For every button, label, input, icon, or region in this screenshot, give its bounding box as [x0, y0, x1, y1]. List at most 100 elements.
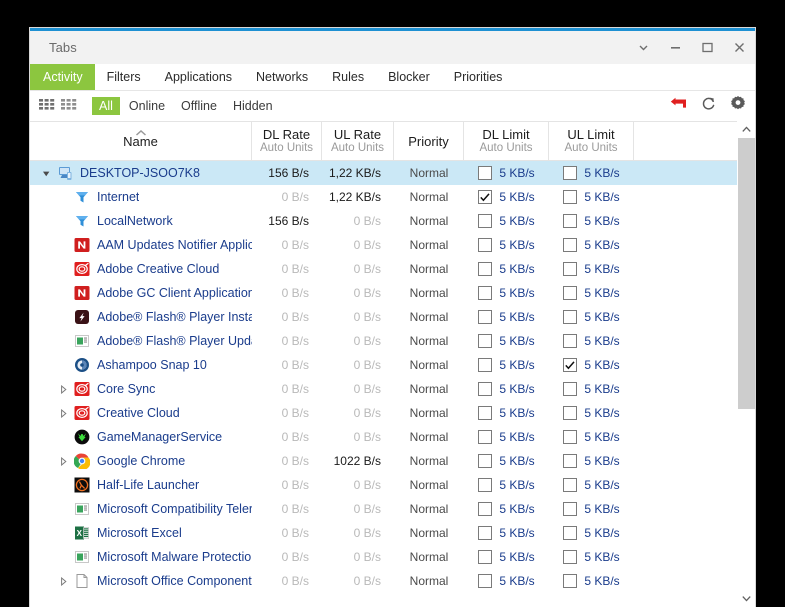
- dl-limit-checkbox[interactable]: [478, 358, 493, 372]
- cell-priority[interactable]: Normal: [394, 545, 464, 569]
- minimize-icon[interactable]: [659, 31, 691, 64]
- table-row[interactable]: Microsoft Office Component 0 B/s 0 B/s Norm…: [30, 569, 737, 593]
- ul-limit-checkbox[interactable]: [563, 550, 578, 564]
- cell-ul-limit[interactable]: 5 KB/s: [549, 281, 634, 305]
- table-row[interactable]: Adobe® Flash® Player Instal 0 B/s 0 B/s Nor…: [30, 305, 737, 329]
- cell-dl-limit[interactable]: 5 KB/s: [464, 257, 549, 281]
- cell-ul-limit[interactable]: 5 KB/s: [549, 473, 634, 497]
- dl-limit-checkbox[interactable]: [478, 214, 493, 228]
- dl-limit-checkbox[interactable]: [478, 166, 493, 180]
- cell-name[interactable]: DESKTOP-JSOO7K8: [30, 161, 252, 185]
- cell-ul-limit[interactable]: 5 KB/s: [549, 353, 634, 377]
- cell-ul-limit[interactable]: 5 KB/s: [549, 521, 634, 545]
- cell-dl-limit[interactable]: 5 KB/s: [464, 353, 549, 377]
- cell-priority[interactable]: Normal: [394, 401, 464, 425]
- cell-dl-limit[interactable]: 5 KB/s: [464, 473, 549, 497]
- chevron-down-icon[interactable]: [627, 31, 659, 64]
- column-header-ul-limit[interactable]: UL Limit Auto Units: [549, 122, 634, 160]
- tab-rules[interactable]: Rules: [320, 64, 376, 90]
- table-row[interactable]: Core Sync 0 B/s 0 B/s Normal 5 KB/s 5 KB/s: [30, 377, 737, 401]
- cell-name[interactable]: Microsoft Office Component: [30, 569, 252, 593]
- cell-ul-limit[interactable]: 5 KB/s: [549, 449, 634, 473]
- dl-limit-checkbox[interactable]: [478, 478, 493, 492]
- cell-name[interactable]: GameManagerService: [30, 425, 252, 449]
- cell-dl-limit[interactable]: 5 KB/s: [464, 401, 549, 425]
- ul-limit-checkbox[interactable]: [563, 190, 578, 204]
- cell-name[interactable]: Creative Cloud: [30, 401, 252, 425]
- dl-limit-checkbox[interactable]: [478, 526, 493, 540]
- cell-name[interactable]: Adobe GC Client Application: [30, 281, 252, 305]
- cell-ul-limit[interactable]: 5 KB/s: [549, 209, 634, 233]
- scroll-down-button[interactable]: [738, 590, 755, 607]
- cell-ul-limit[interactable]: 5 KB/s: [549, 377, 634, 401]
- cell-priority[interactable]: Normal: [394, 353, 464, 377]
- table-row[interactable]: GameManagerService 0 B/s 0 B/s Normal 5 KB/s…: [30, 425, 737, 449]
- tab-blocker[interactable]: Blocker: [376, 64, 442, 90]
- gear-icon[interactable]: [730, 95, 746, 117]
- dl-limit-checkbox[interactable]: [478, 286, 493, 300]
- column-header-blank[interactable]: [634, 122, 737, 160]
- table-row[interactable]: Microsoft Compatibility Teler 0 B/s 0 B/s N…: [30, 497, 737, 521]
- ul-limit-checkbox[interactable]: [563, 286, 578, 300]
- cell-name[interactable]: Adobe® Flash® Player Instal: [30, 305, 252, 329]
- cell-dl-limit[interactable]: 5 KB/s: [464, 233, 549, 257]
- tab-networks[interactable]: Networks: [244, 64, 320, 90]
- block-icon[interactable]: [670, 97, 687, 115]
- refresh-icon[interactable]: [701, 96, 716, 116]
- cell-name[interactable]: Adobe Creative Cloud: [30, 257, 252, 281]
- cell-name[interactable]: Half-Life Launcher: [30, 473, 252, 497]
- dl-limit-checkbox[interactable]: [478, 310, 493, 324]
- cell-priority[interactable]: Normal: [394, 569, 464, 593]
- cell-dl-limit[interactable]: 5 KB/s: [464, 281, 549, 305]
- cell-dl-limit[interactable]: 5 KB/s: [464, 521, 549, 545]
- dl-limit-checkbox[interactable]: [478, 382, 493, 396]
- table-row[interactable]: Adobe Creative Cloud 0 B/s 0 B/s Normal 5 KB…: [30, 257, 737, 281]
- dl-limit-checkbox[interactable]: [478, 550, 493, 564]
- cell-priority[interactable]: Normal: [394, 233, 464, 257]
- ul-limit-checkbox[interactable]: [563, 262, 578, 276]
- column-header-ul-rate[interactable]: UL Rate Auto Units: [322, 122, 394, 160]
- ul-limit-checkbox[interactable]: [563, 526, 578, 540]
- ul-limit-checkbox[interactable]: [563, 214, 578, 228]
- column-header-dl-rate[interactable]: DL Rate Auto Units: [252, 122, 322, 160]
- status-filter-online[interactable]: Online: [122, 97, 172, 115]
- cell-ul-limit[interactable]: 5 KB/s: [549, 305, 634, 329]
- dl-limit-checkbox[interactable]: [478, 334, 493, 348]
- status-filter-all[interactable]: All: [92, 97, 120, 115]
- cell-ul-limit[interactable]: 5 KB/s: [549, 161, 634, 185]
- ul-limit-checkbox[interactable]: [563, 166, 578, 180]
- cell-ul-limit[interactable]: 5 KB/s: [549, 497, 634, 521]
- table-row[interactable]: Google Chrome 0 B/s 1022 B/s Normal 5 KB/s 5 …: [30, 449, 737, 473]
- tree-collapsed-icon[interactable]: [57, 456, 70, 466]
- ul-limit-checkbox[interactable]: [563, 238, 578, 252]
- tab-activity[interactable]: Activity: [30, 64, 95, 90]
- table-row[interactable]: Internet 0 B/s 1,22 KB/s Normal 5 KB/s 5 KB/s: [30, 185, 737, 209]
- ul-limit-checkbox[interactable]: [563, 310, 578, 324]
- cell-dl-limit[interactable]: 5 KB/s: [464, 161, 549, 185]
- cell-ul-limit[interactable]: 5 KB/s: [549, 329, 634, 353]
- cell-dl-limit[interactable]: 5 KB/s: [464, 545, 549, 569]
- tree-expanded-icon[interactable]: [40, 169, 53, 178]
- tree-collapsed-icon[interactable]: [57, 408, 70, 418]
- table-row[interactable]: LocalNetwork 156 B/s 0 B/s Normal 5 KB/s 5 KB…: [30, 209, 737, 233]
- table-row[interactable]: AAM Updates Notifier Applic 0 B/s 0 B/s Nor…: [30, 233, 737, 257]
- maximize-icon[interactable]: [691, 31, 723, 64]
- cell-ul-limit[interactable]: 5 KB/s: [549, 233, 634, 257]
- cell-dl-limit[interactable]: 5 KB/s: [464, 569, 549, 593]
- dl-limit-checkbox[interactable]: [478, 262, 493, 276]
- cell-ul-limit[interactable]: 5 KB/s: [549, 425, 634, 449]
- cell-name[interactable]: Core Sync: [30, 377, 252, 401]
- ul-limit-checkbox[interactable]: [563, 382, 578, 396]
- cell-priority[interactable]: Normal: [394, 257, 464, 281]
- status-filter-offline[interactable]: Offline: [174, 97, 224, 115]
- cell-priority[interactable]: Normal: [394, 377, 464, 401]
- tab-applications[interactable]: Applications: [153, 64, 244, 90]
- dl-limit-checkbox[interactable]: [478, 430, 493, 444]
- table-row[interactable]: Adobe GC Client Application 0 B/s 0 B/s Nor…: [30, 281, 737, 305]
- table-row[interactable]: Ashampoo Snap 10 0 B/s 0 B/s Normal 5 KB/s 5 …: [30, 353, 737, 377]
- cell-ul-limit[interactable]: 5 KB/s: [549, 257, 634, 281]
- cell-priority[interactable]: Normal: [394, 209, 464, 233]
- table-row[interactable]: Half-Life Launcher 0 B/s 0 B/s Normal 5 KB/s…: [30, 473, 737, 497]
- dl-limit-checkbox[interactable]: [478, 238, 493, 252]
- cell-name[interactable]: Microsoft Compatibility Teler: [30, 497, 252, 521]
